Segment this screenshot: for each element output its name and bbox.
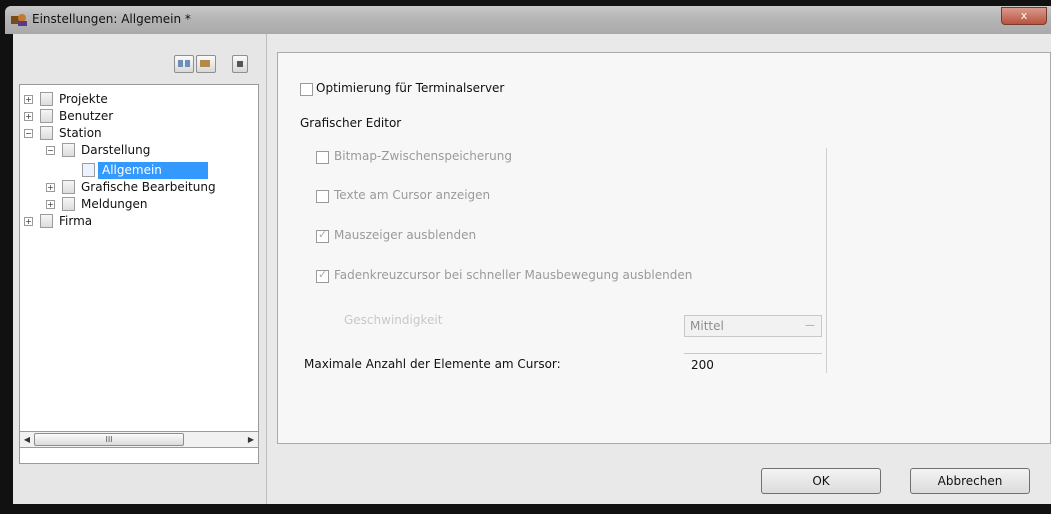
tree-item-label: Firma [59, 214, 93, 228]
texte-am-cursor-label: Texte am Cursor anzeigen [334, 188, 491, 202]
collapse-all-icon[interactable] [196, 55, 216, 73]
geschwindigkeit-select[interactable]: Mittel — [684, 315, 822, 337]
terminalserver-label: Optimierung für Terminalserver [316, 81, 505, 95]
expander-plus-icon[interactable]: + [46, 183, 55, 192]
tree-item-label: Station [59, 126, 102, 140]
title-bar[interactable]: Einstellungen: Allgemein * x [5, 6, 1051, 34]
texte-am-cursor-checkbox[interactable] [316, 190, 329, 203]
dialog-client-area: + Projekte + Benutzer − Station − Darste… [13, 34, 1051, 504]
chevron-down-icon: — [805, 320, 815, 331]
expand-all-icon[interactable] [174, 55, 194, 73]
expander-plus-icon[interactable]: + [46, 200, 55, 209]
page-icon [82, 163, 95, 177]
geschwindigkeit-label: Geschwindigkeit [344, 313, 443, 327]
terminalserver-checkbox[interactable] [300, 83, 313, 96]
folder-icon [62, 180, 75, 194]
mauszeiger-label: Mauszeiger ausblenden [334, 228, 477, 242]
expander-minus-icon[interactable]: − [46, 146, 55, 155]
fadenkreuz-label: Fadenkreuzcursor bei schneller Mausbeweg… [334, 268, 693, 282]
geschwindigkeit-value: Mittel [690, 319, 724, 333]
settings-app-icon [11, 14, 27, 26]
settings-window: Einstellungen: Allgemein * x + Projekte [0, 0, 1051, 514]
tree-item-label: Meldungen [81, 197, 148, 211]
settings-tree[interactable]: + Projekte + Benutzer − Station − Darste… [19, 84, 259, 464]
folder-icon [40, 92, 53, 106]
scroll-thumb[interactable]: III [34, 433, 184, 446]
ok-button[interactable]: OK [761, 468, 881, 494]
max-elemente-input[interactable]: 200 [684, 353, 822, 377]
tree-horizontal-scrollbar[interactable]: ◀ III ▶ [19, 431, 259, 448]
folder-icon [62, 197, 75, 211]
expander-plus-icon[interactable]: + [24, 217, 33, 226]
settings-content-pane: Optimierung für Terminalserver Grafische… [277, 52, 1051, 444]
tree-item-label: Darstellung [81, 143, 151, 157]
expander-plus-icon[interactable]: + [24, 95, 33, 104]
navigation-pane: + Projekte + Benutzer − Station − Darste… [13, 34, 267, 504]
mauszeiger-checkbox[interactable] [316, 228, 329, 243]
scroll-right-icon[interactable]: ▶ [244, 432, 258, 447]
folder-icon [40, 126, 53, 140]
folder-icon [62, 143, 75, 157]
group-separator [826, 148, 827, 373]
folder-icon [40, 109, 53, 123]
tree-item-label: Benutzer [59, 109, 114, 123]
max-elemente-label: Maximale Anzahl der Elemente am Cursor: [304, 357, 561, 371]
tree-item-label: Allgemein [102, 163, 162, 177]
tree-item-label: Projekte [59, 92, 108, 106]
close-button[interactable]: x [1001, 7, 1047, 25]
scroll-left-icon[interactable]: ◀ [20, 432, 34, 447]
bitmap-label: Bitmap-Zwischenspeicherung [334, 149, 513, 163]
bitmap-checkbox[interactable] [316, 151, 329, 164]
tree-item-label: Grafische Bearbeitung [81, 180, 216, 194]
folder-icon [40, 214, 53, 228]
fadenkreuz-checkbox[interactable] [316, 268, 329, 283]
window-title: Einstellungen: Allgemein * [32, 12, 191, 26]
cancel-button[interactable]: Abbrechen [910, 468, 1030, 494]
options-icon[interactable] [232, 55, 248, 73]
expander-plus-icon[interactable]: + [24, 112, 33, 121]
grafischer-editor-group-title: Grafischer Editor [300, 116, 402, 130]
expander-minus-icon[interactable]: − [24, 129, 33, 138]
